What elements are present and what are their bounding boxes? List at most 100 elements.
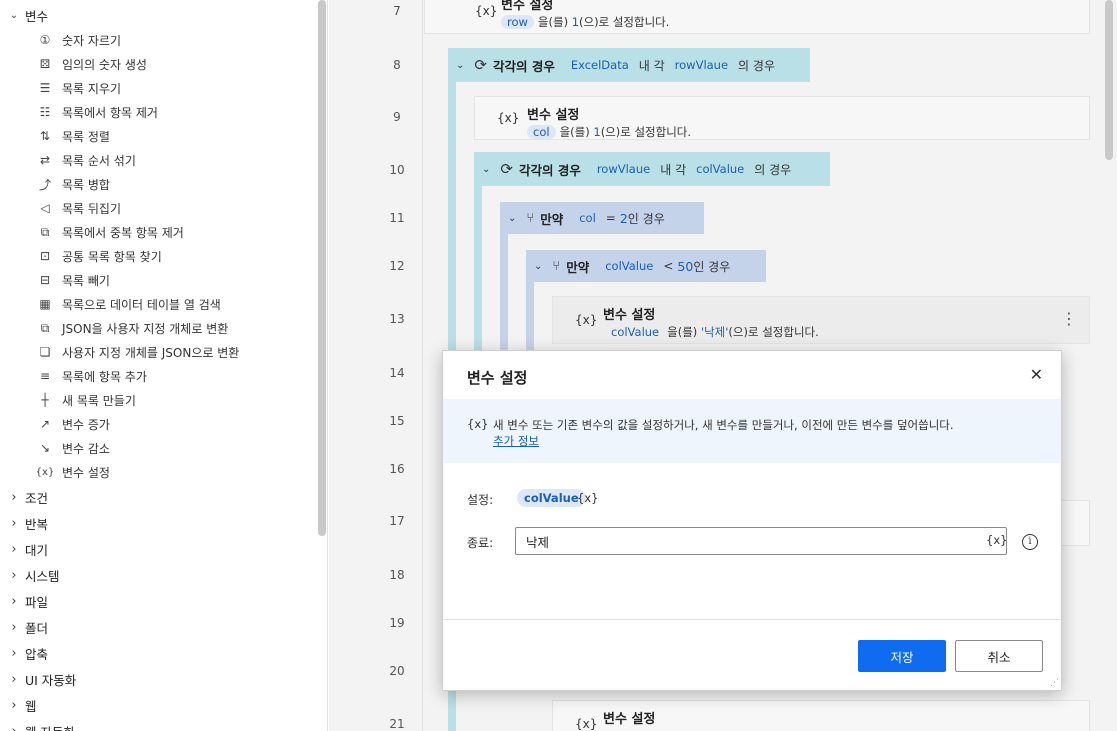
chevron-down-icon[interactable]: ⌄ — [456, 60, 464, 71]
info-icon[interactable]: i — [1022, 534, 1038, 550]
action-label: 목록 병합 — [62, 177, 110, 192]
step-description: row 을(를) 1 (으)로 설정합니다. — [501, 14, 669, 30]
action-item[interactable]: ↗ 변수 증가 — [36, 412, 110, 436]
dialog-info-banner: {x} 새 변수 또는 기존 변수의 값을 설정하거나, 새 변수를 만들거나,… — [443, 399, 1061, 463]
category-item[interactable]: › 조건 — [0, 484, 48, 510]
variable-picker-icon[interactable]: {x} — [577, 491, 598, 505]
line-number: 21 — [389, 717, 405, 731]
sort-list-icon: ⇅ — [39, 129, 51, 143]
random-number-icon: ⚄ — [39, 57, 51, 71]
action-item[interactable]: ⧉ JSON을 사용자 지정 개체로 변환 — [36, 316, 229, 340]
action-item[interactable]: ▦ 목록으로 데이터 테이블 열 검색 — [36, 292, 220, 316]
value-input[interactable] — [515, 527, 1007, 555]
step-description: colValue 을(를) '낙제' (으)로 설정합니다. — [611, 324, 819, 340]
action-item[interactable]: ⊡ 공통 목록 항목 찾기 — [36, 244, 162, 268]
chevron-down-icon[interactable]: ⌄ — [508, 213, 516, 224]
step-title: 변수 설정 — [603, 712, 656, 727]
if-header-12[interactable]: ⌄ ⑂ 만약 colValue <50 인 경우 — [528, 249, 734, 283]
category-variables[interactable]: ⌄ 변수 — [0, 2, 48, 28]
action-label: 공통 목록 항목 찾기 — [62, 249, 162, 264]
category-label: 조건 — [25, 490, 49, 506]
desc-suffix: (으)로 설정합니다. — [600, 125, 692, 139]
var-pill: col — [527, 125, 556, 139]
action-item[interactable]: ≡ 목록에 항목 추가 — [36, 364, 147, 388]
action-item[interactable]: ⧉ 목록에서 중복 항목 제거 — [36, 220, 184, 244]
action-item[interactable]: ⇅ 목록 정렬 — [36, 124, 110, 148]
line-number: 11 — [389, 211, 405, 225]
chevron-down-icon[interactable]: ⌄ — [482, 164, 490, 175]
resize-grip-icon[interactable]: ⋰ — [1050, 678, 1059, 688]
action-item[interactable]: ┼ 새 목록 만들기 — [36, 388, 136, 412]
variable-icon: {x} — [467, 417, 489, 431]
action-item[interactable]: ⚄ 임의의 숫자 생성 — [36, 52, 147, 76]
category-item[interactable]: › 폴더 — [0, 614, 48, 640]
action-label: 사용자 지정 개체를 JSON으로 변환 — [62, 345, 240, 360]
variable-icon: {x} — [575, 313, 598, 327]
if-suffix: 인 경우 — [693, 259, 731, 274]
desc-text: 을(를) — [667, 325, 698, 339]
action-item[interactable]: ◁ 목록 뒤집기 — [36, 196, 121, 220]
action-item[interactable]: {x} 변수 설정 — [36, 460, 110, 484]
action-item[interactable]: ☰ 목록 지우기 — [36, 76, 121, 100]
loop-icon: ⟳ — [474, 56, 487, 74]
save-button[interactable]: 저장 — [858, 640, 946, 672]
more-info-link[interactable]: 추가 정보 — [493, 433, 539, 449]
step-set-variable-row[interactable]: {x} 변수 설정 row 을(를) 1 (으)로 설정합니다. — [424, 0, 1090, 34]
category-item[interactable]: › 시스템 — [0, 562, 59, 588]
subtract-list-icon: ⊟ — [39, 273, 51, 287]
action-item[interactable]: ☷ 목록에서 항목 제거 — [36, 100, 158, 124]
category-item[interactable]: › 웹 — [0, 692, 36, 718]
loop-keyword: 각각의 경우 — [518, 162, 581, 178]
action-item[interactable]: ❏ 사용자 지정 개체를 JSON으로 변환 — [36, 340, 240, 364]
category-item[interactable]: › 웹 자동화 — [0, 718, 75, 731]
variable-name-pill[interactable]: colValue — [517, 489, 586, 507]
branch-icon: ⑂ — [526, 210, 535, 226]
actions-sidebar: ⌄ 변수 ① 숫자 자르기 ⚄ 임의의 숫자 생성 ☰ 목록 지우기 ☷ 목록에서 항목 제거… — [0, 0, 328, 731]
step-set-variable-colvalue[interactable]: {x} 변수 설정 colValue 을(를) '낙제' (으)로 설정합니다. … — [552, 296, 1090, 344]
merge-list-icon: ⤴ — [38, 177, 51, 192]
step-title: 변수 설정 — [527, 108, 580, 123]
close-icon[interactable]: ✕ — [1030, 365, 1043, 384]
action-item[interactable]: ⇄ 목록 순서 섞기 — [36, 148, 136, 172]
chevron-right-icon: › — [11, 593, 17, 609]
action-label: 숫자 자르기 — [62, 33, 122, 48]
action-item[interactable]: ⤴ 목록 병합 — [36, 172, 110, 196]
desc-text: 을(를) — [537, 15, 569, 29]
chevron-right-icon: › — [11, 723, 17, 731]
category-label: 폴더 — [25, 620, 49, 636]
action-label: 목록 정렬 — [62, 129, 110, 144]
action-item[interactable]: ↘ 변수 감소 — [36, 436, 110, 460]
dialog-title: 변수 설정 — [467, 369, 528, 387]
cancel-button[interactable]: 취소 — [955, 640, 1043, 672]
value-label: 종료: — [467, 536, 494, 550]
loop-header-10[interactable]: ⌄ ⟳ 각각의 경우 rowVlaue 내 각 colValue 의 경우 — [476, 152, 795, 186]
step-set-variable-col[interactable]: {x} 변수 설정 col 을(를) 1 (으)로 설정합니다. — [474, 96, 1090, 140]
line-number: 17 — [389, 514, 405, 528]
more-options-icon[interactable]: ⋮ — [1061, 309, 1077, 328]
chevron-right-icon: › — [11, 567, 17, 583]
category-item[interactable]: › 반복 — [0, 510, 48, 536]
line-number: 8 — [393, 58, 401, 72]
category-item[interactable]: › 파일 — [0, 588, 48, 614]
chevron-down-icon[interactable]: ⌄ — [534, 261, 542, 272]
set-label: 설정: — [467, 493, 494, 507]
category-item[interactable]: › 대기 — [0, 536, 48, 562]
line-number: 20 — [389, 664, 405, 678]
if-header-11[interactable]: ⌄ ⑂ 만약 col = 2 인 경우 — [502, 201, 669, 235]
line-number: 14 — [389, 366, 405, 380]
new-list-icon: ┼ — [41, 393, 49, 407]
canvas-scrollbar[interactable] — [1105, 0, 1113, 160]
increase-icon: ↗ — [39, 417, 51, 431]
desc-value: '낙제' — [700, 325, 729, 339]
line-number: 9 — [393, 110, 401, 124]
action-item[interactable]: ① 숫자 자르기 — [36, 28, 121, 52]
category-item[interactable]: › 압축 — [0, 640, 48, 666]
category-item[interactable]: › UI 자동화 — [0, 666, 76, 692]
step-set-variable-21[interactable]: {x} 변수 설정 — [552, 700, 1090, 731]
category-label: 대기 — [25, 542, 49, 558]
variable-insert-icon[interactable]: {x} — [986, 533, 1007, 547]
action-item[interactable]: ⊟ 목록 빼기 — [36, 268, 110, 292]
if-suffix: 인 경우 — [627, 211, 665, 226]
sidebar-scrollbar[interactable] — [318, 0, 326, 536]
loop-header-8[interactable]: ⌄ ⟳ 각각의 경우 ExcelData 내 각 rowVlaue 의 경우 — [450, 48, 779, 82]
